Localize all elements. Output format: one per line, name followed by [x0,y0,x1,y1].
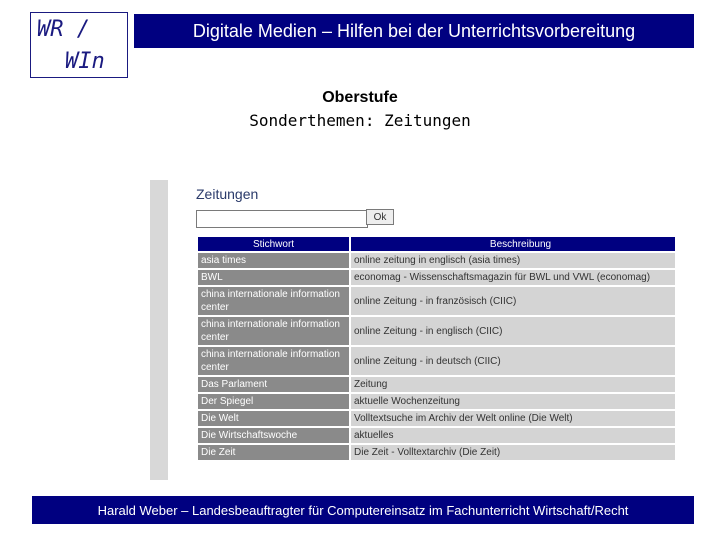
search-input[interactable] [196,210,368,228]
column-header-description[interactable]: Beschreibung [351,237,675,251]
description-cell: Zeitung [351,377,675,392]
table-row[interactable]: china internationale information center … [198,347,675,375]
keyword-cell[interactable]: BWL [198,270,349,285]
logo-line-2: WIn [65,49,105,74]
column-header-keyword[interactable]: Stichwort [198,237,349,251]
embedded-screenshot: Zeitungen Ok Stichwort Beschreibung asia… [150,180,675,480]
topic-heading: Sonderthemen: Zeitungen [249,111,471,130]
table-row[interactable]: asia times online zeitung in englisch (a… [198,253,675,268]
description-cell: Die Zeit - Volltextarchiv (Die Zeit) [351,445,675,460]
table-row[interactable]: Die Zeit Die Zeit - Volltextarchiv (Die … [198,445,675,460]
level-heading: Oberstufe [322,89,398,106]
newspaper-table: Stichwort Beschreibung asia times online… [196,235,675,462]
description-cell: aktuelle Wochenzeitung [351,394,675,409]
table-row[interactable]: china internationale information center … [198,317,675,345]
table-row[interactable]: Das Parlament Zeitung [198,377,675,392]
description-cell: Volltextsuche im Archiv der Welt online … [351,411,675,426]
keyword-cell[interactable]: Der Spiegel [198,394,349,409]
logo: WR / WIn [30,12,128,78]
table-header-row: Stichwort Beschreibung [198,237,675,251]
screenshot-heading: Zeitungen [196,186,259,202]
table-row[interactable]: china internationale information center … [198,287,675,315]
keyword-cell[interactable]: Die Wirtschaftswoche [198,428,349,443]
ok-button[interactable]: Ok [366,209,394,225]
description-cell: online zeitung in englisch (asia times) [351,253,675,268]
screenshot-content: Zeitungen Ok Stichwort Beschreibung asia… [168,180,675,480]
keyword-cell[interactable]: china internationale information center [198,317,349,345]
description-cell: online Zeitung - in englisch (CIIC) [351,317,675,345]
description-cell: online Zeitung - in französisch (CIIC) [351,287,675,315]
keyword-cell[interactable]: asia times [198,253,349,268]
footer-text: Harald Weber – Landesbeauftragter für Co… [97,502,629,518]
keyword-cell[interactable]: china internationale information center [198,347,349,375]
description-cell: aktuelles [351,428,675,443]
page-title: Digitale Medien – Hilfen bei der Unterri… [192,20,636,41]
keyword-cell[interactable]: Die Welt [198,411,349,426]
logo-line-1: WR / [37,17,90,42]
keyword-cell[interactable]: china internationale information center [198,287,349,315]
table-row[interactable]: BWL economag - Wissenschaftsmagazin für … [198,270,675,285]
description-cell: online Zeitung - in deutsch (CIIC) [351,347,675,375]
header-banner: Digitale Medien – Hilfen bei der Unterri… [134,14,694,48]
keyword-cell[interactable]: Das Parlament [198,377,349,392]
table-row[interactable]: Die Wirtschaftswoche aktuelles [198,428,675,443]
keyword-cell[interactable]: Die Zeit [198,445,349,460]
description-cell: economag - Wissenschaftsmagazin für BWL … [351,270,675,285]
table-row[interactable]: Der Spiegel aktuelle Wochenzeitung [198,394,675,409]
footer-banner: Harald Weber – Landesbeauftragter für Co… [32,496,694,524]
table-row[interactable]: Die Welt Volltextsuche im Archiv der Wel… [198,411,675,426]
